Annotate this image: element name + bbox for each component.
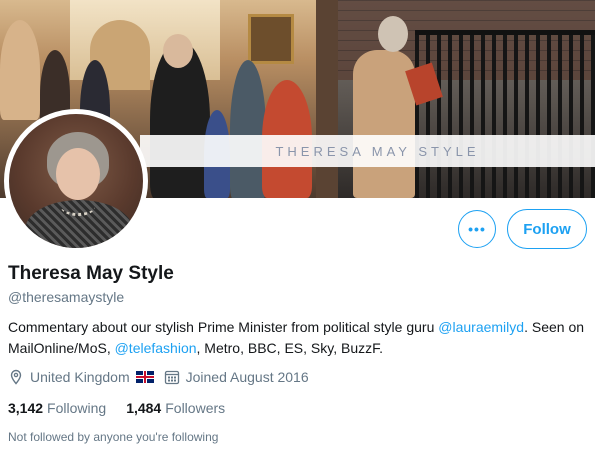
mention-link-lauraemilyd[interactable]: @lauraemilyd [438, 319, 524, 335]
bio-text-3: , Metro, BBC, ES, Sky, BuzzF. [196, 340, 383, 356]
bio-text-1: Commentary about our stylish Prime Minis… [8, 319, 439, 335]
more-options-button[interactable]: ••• [458, 210, 496, 248]
profile-meta: United Kingdom Joined August 2016 [8, 369, 319, 385]
profile-stats: 3,142 Following 1,484 Followers [8, 400, 245, 416]
followers-label: Followers [165, 400, 226, 416]
uk-flag-icon [135, 371, 154, 383]
profile-name: Theresa May Style [8, 263, 174, 284]
banner-title: THERESA MAY STYLE [275, 143, 480, 159]
mutual-followers-note: Not followed by anyone you're following [8, 430, 219, 444]
following-label: Following [47, 400, 107, 416]
followers-stat[interactable]: 1,484 Followers [126, 400, 225, 416]
avatar[interactable] [4, 109, 148, 253]
profile-handle: @theresamaystyle [8, 289, 125, 305]
mention-link-telefashion[interactable]: @telefashion [115, 340, 197, 356]
following-stat[interactable]: 3,142 Following [8, 400, 106, 416]
location-item: United Kingdom [8, 369, 154, 385]
follow-button[interactable]: Follow [507, 209, 587, 249]
banner-title-strip: THERESA MAY STYLE [140, 135, 595, 167]
location-pin-icon [10, 369, 22, 385]
more-horizontal-icon: ••• [468, 221, 486, 237]
joined-text: Joined August 2016 [185, 369, 309, 385]
calendar-icon [164, 370, 179, 385]
joined-item: Joined August 2016 [164, 369, 309, 385]
location-text: United Kingdom [30, 369, 130, 385]
followers-count: 1,484 [126, 400, 162, 416]
profile-bio: Commentary about our stylish Prime Minis… [8, 317, 590, 359]
following-count: 3,142 [8, 400, 44, 416]
